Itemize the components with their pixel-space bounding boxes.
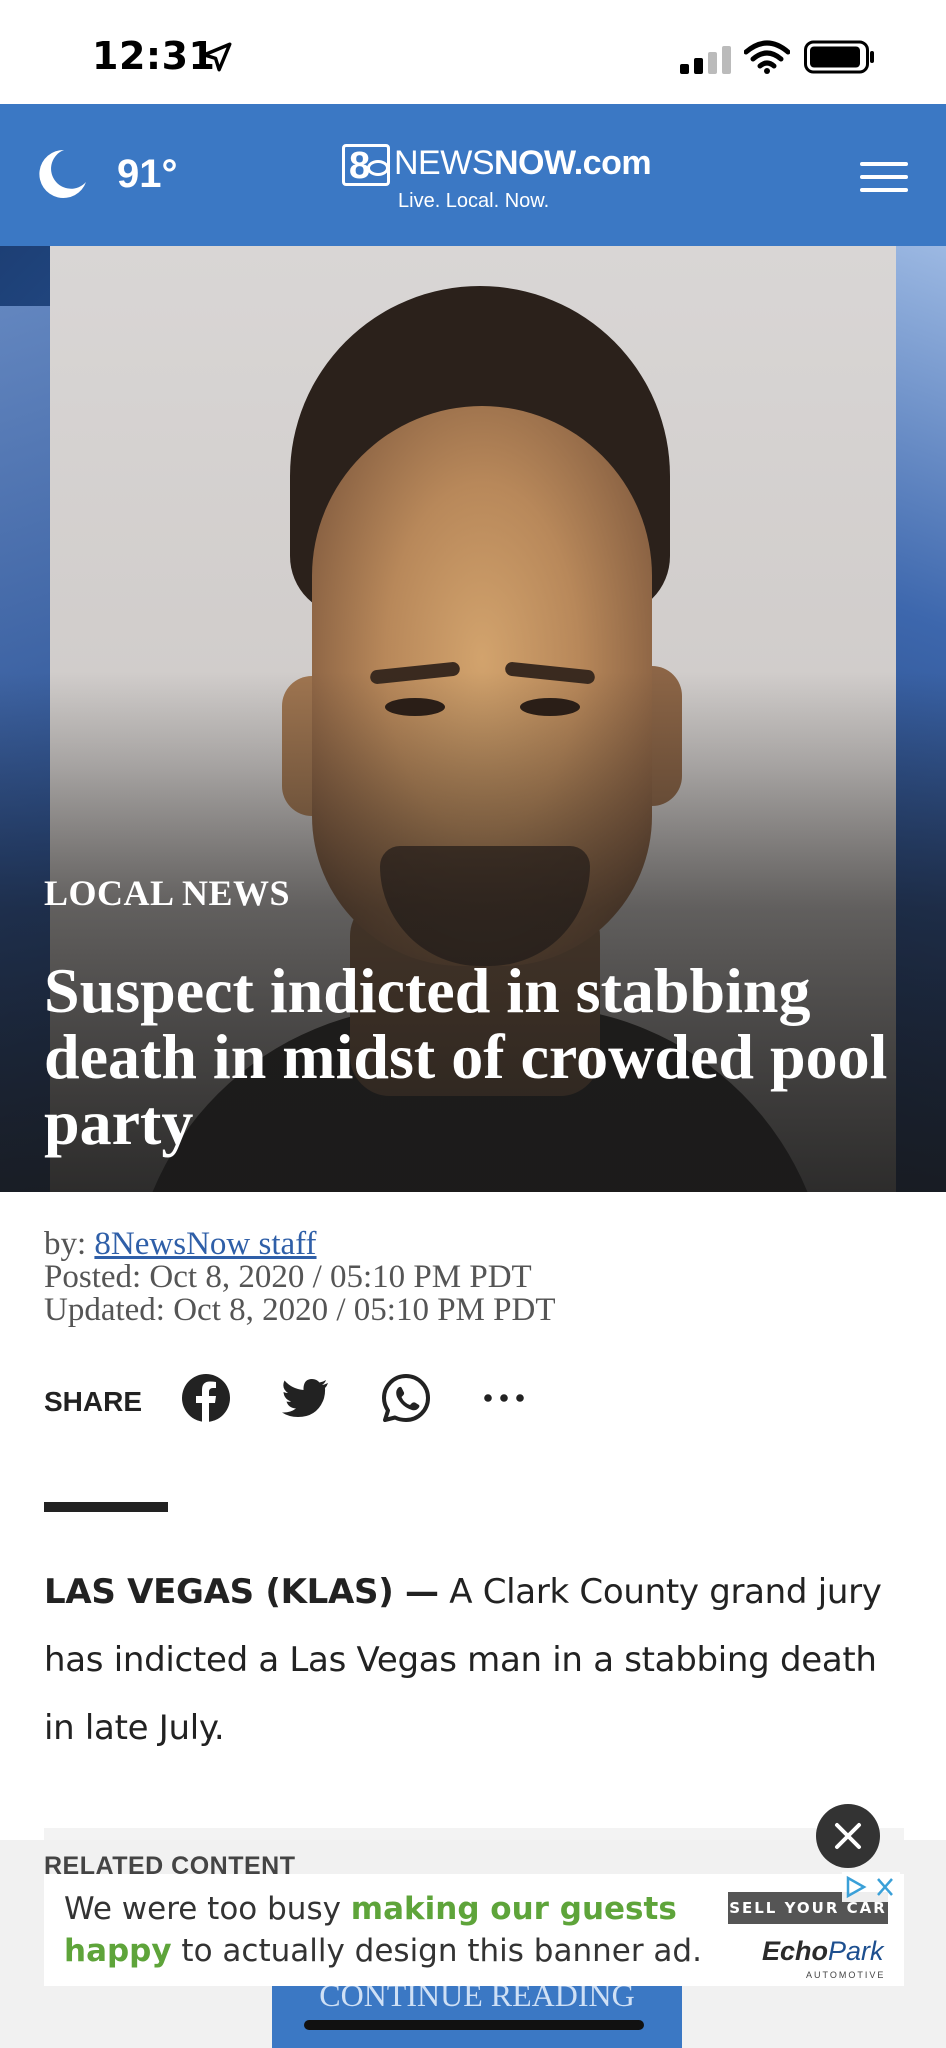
close-icon (835, 1823, 861, 1849)
hero-image: LOCAL NEWS Suspect indicted in stabbing … (0, 246, 946, 1192)
status-time: 12:31 (92, 34, 216, 78)
logo-eye-icon (367, 160, 389, 176)
status-bar: 12:31 (0, 0, 946, 104)
whatsapp-icon[interactable] (380, 1372, 432, 1424)
adchoices-icon[interactable] (842, 1872, 900, 1902)
wifi-icon (744, 40, 790, 74)
logo-badge: 8 (342, 144, 390, 187)
twitter-icon[interactable] (280, 1372, 332, 1424)
article-category[interactable]: LOCAL NEWS (44, 872, 290, 914)
author-line: by: 8NewsNow staff (44, 1226, 317, 1262)
banner-ad[interactable]: We were too busy making our guests happy… (44, 1872, 904, 1986)
home-indicator (304, 2020, 644, 2030)
more-icon[interactable] (478, 1372, 530, 1424)
hamburger-menu-icon[interactable] (860, 162, 908, 192)
temperature[interactable]: 91° (117, 152, 178, 197)
share-label: SHARE (44, 1386, 143, 1417)
ad-text: We were too busy making our guests happy… (64, 1891, 702, 1969)
posted-date: Posted: Oct 8, 2020 / 05:10 PM PDT (44, 1259, 532, 1295)
facebook-icon[interactable] (180, 1372, 232, 1424)
site-logo[interactable]: 8 NEWSNOW.com Live. Local. Now. (342, 140, 652, 216)
logo-tagline: Live. Local. Now. (398, 190, 550, 212)
echopark-logo-subtitle: AUTOMOTIVE (806, 1970, 886, 1980)
battery-icon (804, 40, 874, 74)
logo-wordmark: NEWSNOW.com (394, 144, 652, 182)
updated-date: Updated: Oct 8, 2020 / 05:10 PM PDT (44, 1292, 556, 1328)
cellular-signal-icon (680, 46, 731, 74)
section-divider (44, 1502, 168, 1512)
author-link[interactable]: 8NewsNow staff (94, 1226, 316, 1262)
byline: by: 8NewsNow staff Posted: Oct 8, 2020 /… (44, 1228, 555, 1327)
continue-reading-button[interactable]: CONTINUE READING (272, 1986, 682, 2048)
article-lead-paragraph: LAS VEGAS (KLAS) — A Clark County grand … (44, 1558, 914, 1762)
close-ad-button[interactable] (816, 1804, 880, 1868)
dateline: LAS VEGAS (KLAS) — (44, 1572, 439, 1612)
echopark-logo: EchoPark (762, 1936, 884, 1966)
site-header: 91° 8 NEWSNOW.com Live. Local. Now. (0, 104, 946, 246)
moon-icon (39, 149, 86, 198)
article-headline: Suspect indicted in stabbing death in mi… (44, 955, 888, 1158)
location-arrow-icon (202, 42, 232, 72)
